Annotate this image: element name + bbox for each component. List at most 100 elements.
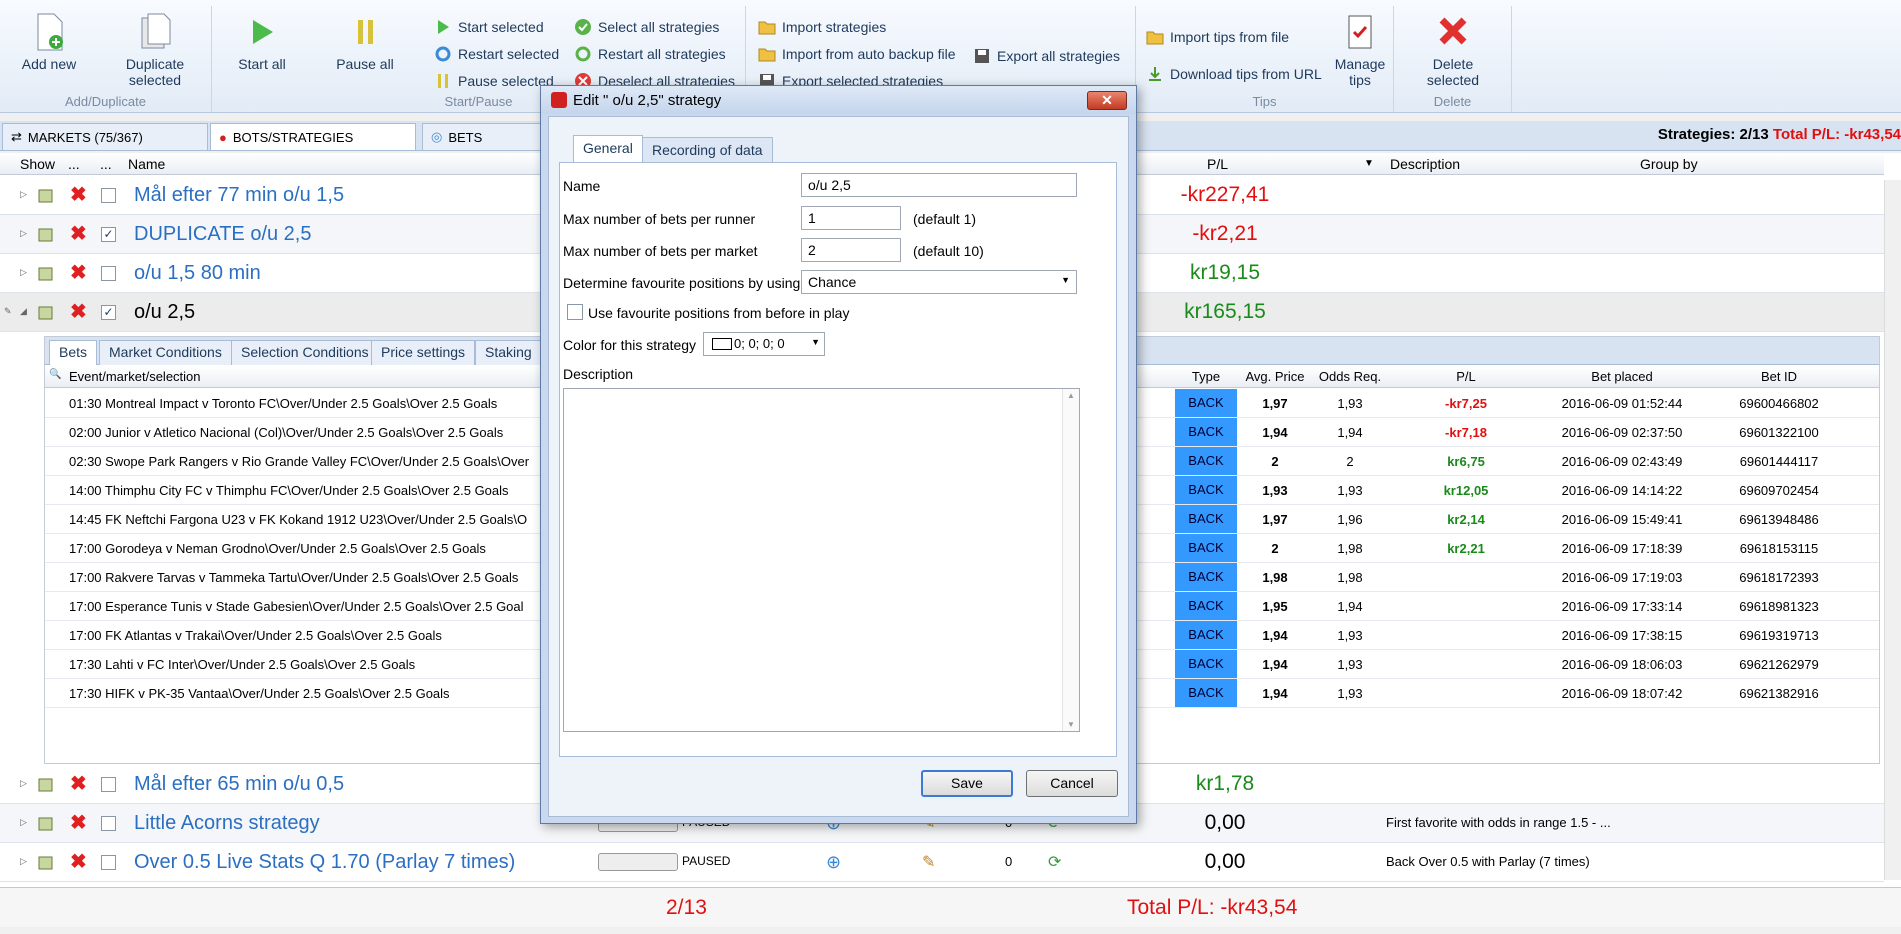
import-tips-file-button[interactable]: Import tips from file <box>1146 26 1289 48</box>
col-odds-req[interactable]: Odds Req. <box>1313 369 1387 384</box>
pause-all-button[interactable]: Pause all <box>330 12 400 72</box>
description-textarea[interactable]: ▲ ▼ <box>563 388 1080 732</box>
restart-all-button[interactable]: Restart all strategies <box>574 43 726 65</box>
tab-bots-strategies[interactable]: ● BOTS/STRATEGIES <box>210 123 416 150</box>
cancel-button[interactable]: Cancel <box>1026 770 1118 797</box>
scroll-down-icon[interactable]: ▼ <box>1067 720 1075 729</box>
expand-arrow-icon[interactable]: ▷ <box>20 189 27 200</box>
bet-avg-price: 1,94 <box>1262 657 1288 672</box>
import-strategies-button[interactable]: Import strategies <box>758 16 886 38</box>
strategy-toggle-switch[interactable] <box>598 853 678 871</box>
strategy-doc-icon[interactable] <box>37 775 55 793</box>
tab-recording-of-data[interactable]: Recording of data <box>642 137 773 162</box>
tab-price-settings[interactable]: Price settings <box>371 340 476 365</box>
duplicate-selected-button[interactable]: Duplicate selected <box>110 12 200 88</box>
filter-icon[interactable]: 🔍 <box>49 369 61 380</box>
delete-x-icon[interactable]: ✖ <box>70 302 87 322</box>
pause-selected-button[interactable]: Pause selected <box>434 70 554 92</box>
col-description[interactable]: Description <box>1390 156 1460 172</box>
strategy-doc-icon[interactable] <box>37 853 55 871</box>
col-event[interactable]: Event/market/selection <box>69 369 201 384</box>
strategy-checkbox[interactable] <box>101 816 116 831</box>
strategy-description: Back Over 0.5 with Parlay (7 times) <box>1386 854 1590 869</box>
col-bet-placed[interactable]: Bet placed <box>1545 369 1699 384</box>
tab-selection-conditions[interactable]: Selection Conditions <box>231 340 379 365</box>
strategy-doc-icon[interactable] <box>37 186 55 204</box>
tab-staking[interactable]: Staking <box>475 340 542 365</box>
strategy-pl: 0,00 <box>1204 811 1246 834</box>
start-selected-button[interactable]: Start selected <box>434 16 544 38</box>
delete-x-icon[interactable]: ✖ <box>70 185 87 205</box>
bet-avg-price: 1,94 <box>1262 628 1288 643</box>
tab-market-conditions[interactable]: Market Conditions <box>99 340 232 365</box>
delete-x-icon[interactable]: ✖ <box>70 224 87 244</box>
color-picker[interactable]: 0; 0; 0; 0 ▼ <box>703 332 825 356</box>
expand-arrow-icon[interactable]: ▷ <box>20 856 27 867</box>
tab-general[interactable]: General <box>573 135 643 163</box>
bet-odds-req: 1,98 <box>1337 541 1363 556</box>
download-tips-url-button[interactable]: Download tips from URL <box>1146 63 1322 85</box>
col-dots-1[interactable]: ... <box>68 156 80 172</box>
select-all-label: Select all strategies <box>598 19 720 35</box>
tab-markets[interactable]: ⇄ MARKETS (75/367) <box>2 123 208 150</box>
sort-down-icon[interactable]: ▼ <box>1364 158 1374 169</box>
strategy-doc-icon[interactable] <box>37 225 55 243</box>
refresh-icon[interactable]: ⟳ <box>1048 852 1061 872</box>
import-backup-button[interactable]: Import from auto backup file <box>758 43 956 65</box>
strategy-checkbox[interactable] <box>101 266 116 281</box>
strategy-doc-icon[interactable] <box>37 303 55 321</box>
strategy-checkbox[interactable]: ✓ <box>101 227 116 242</box>
delete-selected-button[interactable]: Delete selected <box>1408 12 1498 88</box>
save-button[interactable]: Save <box>921 770 1013 797</box>
delete-x-icon[interactable]: ✖ <box>70 774 87 794</box>
strategy-checkbox[interactable] <box>101 188 116 203</box>
collapse-arrow-icon[interactable]: ◢ <box>20 306 27 317</box>
manage-tips-button[interactable]: Manage tips <box>1332 12 1388 88</box>
delete-x-icon[interactable]: ✖ <box>70 852 87 872</box>
strategy-checkbox[interactable]: ✓ <box>101 305 116 320</box>
grid-vertical-scrollbar[interactable] <box>1884 180 1901 880</box>
col-bet-pl[interactable]: P/L <box>1389 369 1543 384</box>
strategy-checkbox[interactable] <box>101 855 116 870</box>
use-favourite-checkbox[interactable] <box>567 304 583 320</box>
duplicate-icon <box>141 13 171 49</box>
expand-arrow-icon[interactable]: ▷ <box>20 267 27 278</box>
strategy-doc-icon[interactable] <box>37 814 55 832</box>
col-type[interactable]: Type <box>1175 369 1237 384</box>
strategy-checkbox[interactable] <box>101 777 116 792</box>
max-market-input[interactable]: 2 <box>801 238 901 262</box>
col-show[interactable]: Show <box>20 156 55 172</box>
expand-arrow-icon[interactable]: ▷ <box>20 817 27 828</box>
col-avg-price[interactable]: Avg. Price <box>1239 369 1311 384</box>
col-pl[interactable]: P/L <box>1207 156 1228 172</box>
expand-arrow-icon[interactable]: ▷ <box>20 228 27 239</box>
col-name[interactable]: Name <box>128 156 165 172</box>
footer-summary: 2/13 Total P/L: -kr43,54 <box>0 887 1901 927</box>
tab-bets[interactable]: ◎ BETS <box>422 123 542 150</box>
dialog-title-bar[interactable]: Edit " o/u 2,5" strategy <box>541 86 1136 114</box>
col-bet-id[interactable]: Bet ID <box>1701 369 1857 384</box>
favourite-position-select[interactable]: Chance ▼ <box>801 270 1077 294</box>
name-input[interactable]: o/u 2,5 <box>801 173 1077 197</box>
textarea-scrollbar[interactable]: ▲ ▼ <box>1062 389 1079 731</box>
strategy-doc-icon[interactable] <box>37 264 55 282</box>
tab-bets-detail[interactable]: Bets <box>49 340 98 365</box>
export-all-button[interactable]: Export all strategies <box>973 45 1120 67</box>
bet-odds-req: 1,93 <box>1337 483 1363 498</box>
max-runner-input[interactable]: 1 <box>801 206 901 230</box>
close-button[interactable]: ✕ <box>1087 91 1127 110</box>
col-dots-2[interactable]: ... <box>100 156 112 172</box>
start-all-button[interactable]: Start all <box>232 12 292 72</box>
add-new-button[interactable]: Add new <box>14 12 84 72</box>
delete-x-icon[interactable]: ✖ <box>70 263 87 283</box>
add-circle-icon[interactable]: ⊕ <box>826 852 841 873</box>
restart-selected-button[interactable]: Restart selected <box>434 43 559 65</box>
delete-x-icon[interactable]: ✖ <box>70 813 87 833</box>
bet-id: 69613948486 <box>1739 512 1819 527</box>
strategy-row[interactable]: ▷ ✖ Over 0.5 Live Stats Q 1.70 (Parlay 7… <box>0 843 1884 882</box>
select-all-button[interactable]: Select all strategies <box>574 16 719 38</box>
edit-doc-icon[interactable]: ✎ <box>922 852 935 872</box>
scroll-up-icon[interactable]: ▲ <box>1067 391 1075 400</box>
col-group-by[interactable]: Group by <box>1640 156 1698 172</box>
expand-arrow-icon[interactable]: ▷ <box>20 778 27 789</box>
